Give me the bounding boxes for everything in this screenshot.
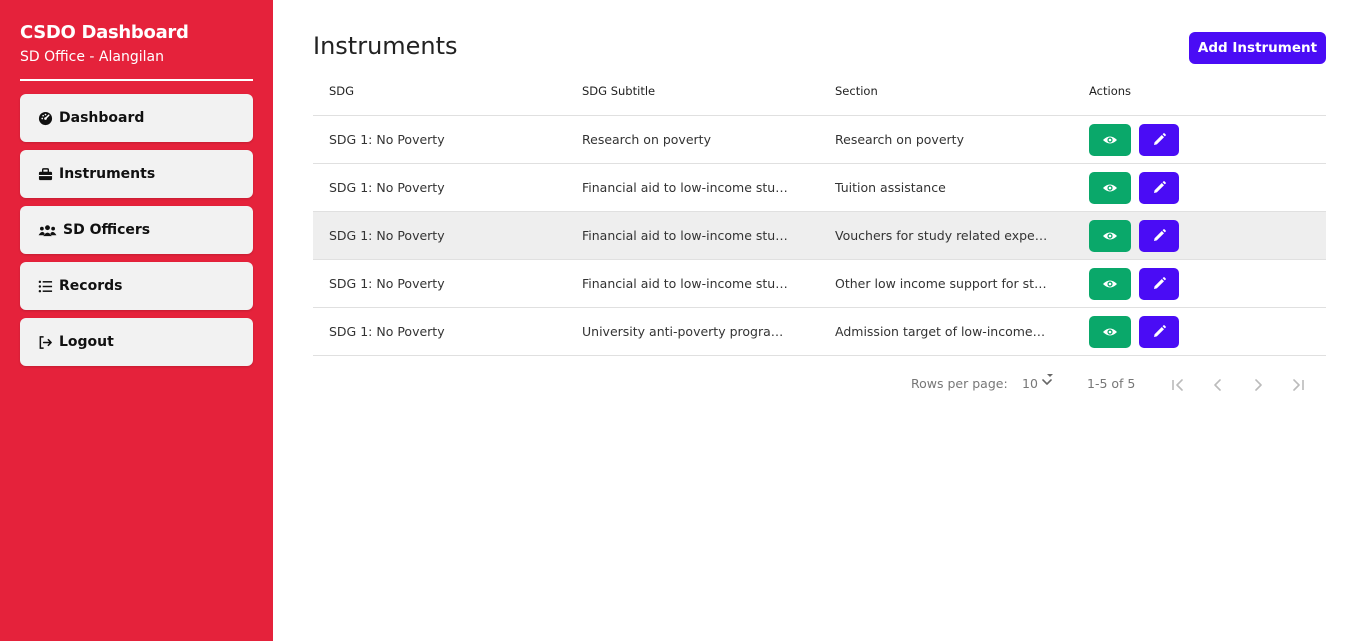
pencil-icon — [1154, 276, 1166, 289]
next-page-icon[interactable] — [1247, 374, 1269, 396]
cell-actions — [1073, 219, 1326, 252]
sidebar-item-sd-officers[interactable]: SD Officers — [20, 206, 253, 254]
cell-subtitle: University anti-poverty program… — [582, 324, 796, 339]
column-header-actions: Actions — [1089, 83, 1132, 98]
pagination: Rows per page: 10 1-5 of 5 — [313, 370, 1326, 400]
previous-page-icon[interactable] — [1207, 374, 1229, 396]
pencil-icon — [1154, 228, 1166, 241]
sidebar-nav: Dashboard Instruments SD Officers Record… — [20, 94, 253, 374]
column-header-sdg-subtitle[interactable]: SDG Subtitle — [566, 84, 819, 98]
view-button[interactable] — [1089, 267, 1131, 300]
speedometer-icon — [36, 110, 54, 126]
table-row[interactable]: SDG 1: No Poverty Financial aid to low-i… — [313, 164, 1326, 212]
pencil-icon — [1154, 180, 1166, 193]
view-button[interactable] — [1089, 123, 1131, 156]
sidebar-item-instruments[interactable]: Instruments — [20, 150, 253, 198]
eye-icon — [1103, 280, 1117, 287]
sidebar-item-label: Records — [59, 278, 123, 294]
table-row[interactable]: SDG 1: No Poverty University anti-povert… — [313, 308, 1326, 356]
table-row[interactable]: SDG 1: No Poverty Financial aid to low-i… — [313, 260, 1326, 308]
chevron-down-icon[interactable] — [1040, 372, 1056, 388]
first-page-icon[interactable] — [1167, 374, 1189, 396]
pagination-range: 1-5 of 5 — [1087, 376, 1136, 391]
pencil-icon — [1154, 324, 1166, 337]
sidebar-item-label: Dashboard — [59, 110, 145, 126]
sidebar-item-dashboard[interactable]: Dashboard — [20, 94, 253, 142]
logout-icon — [36, 334, 54, 350]
sidebar: CSDO Dashboard SD Office - Alangilan Das… — [0, 0, 273, 641]
eye-icon — [1103, 232, 1117, 239]
cell-actions — [1073, 171, 1326, 204]
view-button[interactable] — [1089, 171, 1131, 204]
table-header: SDG SDG Subtitle Section Actions — [313, 66, 1326, 116]
cell-sdg: SDG 1: No Poverty — [329, 132, 445, 147]
column-header-sdg[interactable]: SDG — [313, 84, 566, 98]
table-row[interactable]: SDG 1: No Poverty Financial aid to low-i… — [313, 212, 1326, 260]
sidebar-item-records[interactable]: Records — [20, 262, 253, 310]
list-icon — [36, 278, 54, 294]
view-button[interactable] — [1089, 315, 1131, 348]
cell-sdg: SDG 1: No Poverty — [329, 276, 445, 291]
eye-icon — [1103, 184, 1117, 191]
cell-section: Other low income support for stu… — [835, 276, 1055, 291]
cell-actions — [1073, 267, 1326, 300]
instruments-table: SDG SDG Subtitle Section Actions SDG 1: … — [313, 66, 1326, 356]
cell-actions — [1073, 123, 1326, 156]
edit-button[interactable] — [1139, 219, 1179, 252]
rows-per-page-label: Rows per page: — [911, 376, 1008, 391]
view-button[interactable] — [1089, 219, 1131, 252]
cell-section: Vouchers for study related expe… — [835, 228, 1048, 243]
add-instrument-button[interactable]: Add Instrument — [1189, 32, 1326, 64]
cell-section: Research on poverty — [835, 132, 964, 147]
edit-button[interactable] — [1139, 171, 1179, 204]
last-page-icon[interactable] — [1287, 374, 1309, 396]
toolbox-icon — [36, 166, 54, 182]
eye-icon — [1103, 328, 1117, 335]
edit-button[interactable] — [1139, 315, 1179, 348]
cell-section: Tuition assistance — [835, 180, 946, 195]
table-row[interactable]: SDG 1: No Poverty Research on poverty Re… — [313, 116, 1326, 164]
cell-subtitle: Financial aid to low-income stud… — [582, 276, 796, 291]
sidebar-item-label: SD Officers — [63, 222, 151, 238]
cell-subtitle: Financial aid to low-income stud… — [582, 228, 796, 243]
cell-subtitle: Financial aid to low-income stud… — [582, 180, 796, 195]
cell-subtitle: Research on poverty — [582, 132, 711, 147]
sidebar-item-logout[interactable]: Logout — [20, 318, 253, 366]
users-icon — [36, 222, 58, 238]
page-title: Instruments — [313, 32, 458, 60]
cell-sdg: SDG 1: No Poverty — [329, 228, 445, 243]
cell-actions — [1073, 315, 1326, 348]
main-content: Instruments Add Instrument SDG SDG Subti… — [313, 0, 1326, 641]
cell-section: Admission target of low-income … — [835, 324, 1050, 339]
edit-button[interactable] — [1139, 123, 1179, 156]
sidebar-item-label: Logout — [59, 334, 114, 350]
cell-sdg: SDG 1: No Poverty — [329, 324, 445, 339]
eye-icon — [1103, 136, 1117, 143]
brand-subtitle: SD Office - Alangilan — [20, 49, 164, 65]
pencil-icon — [1154, 132, 1166, 145]
rows-per-page-select[interactable]: 10 — [1022, 376, 1038, 391]
edit-button[interactable] — [1139, 267, 1179, 300]
sidebar-item-label: Instruments — [59, 166, 156, 182]
column-header-section[interactable]: Section — [819, 84, 1073, 98]
cell-sdg: SDG 1: No Poverty — [329, 180, 445, 195]
brand-divider — [20, 79, 253, 81]
brand-title: CSDO Dashboard — [20, 22, 189, 43]
